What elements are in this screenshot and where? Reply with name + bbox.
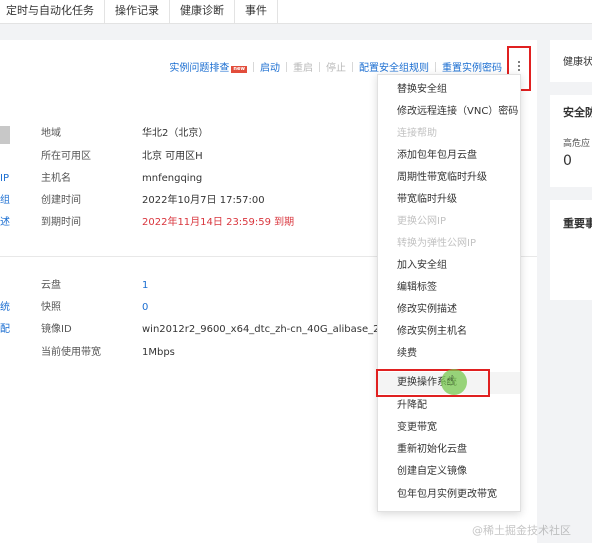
new-badge: new	[231, 66, 247, 73]
important-events-card: 重要事	[550, 200, 592, 300]
tab-scheduled-tasks[interactable]: 定时与自动化任务	[0, 0, 105, 24]
menu-item-connection-help: 连接帮助	[397, 128, 437, 139]
risk-value: 0	[563, 153, 572, 169]
health-title: 健康状	[563, 57, 592, 68]
more-actions-dropdown: 替换安全组 修改远程连接（VNC）密码 连接帮助 添加包年包月云盘 周期性带宽临…	[377, 74, 521, 512]
stop-link: 停止	[326, 63, 346, 74]
restart-link: 重启	[293, 63, 313, 74]
start-link[interactable]: 启动	[260, 59, 280, 74]
menu-item-renew[interactable]: 续费	[378, 343, 520, 365]
security-title: 安全防	[563, 106, 592, 119]
action-divider	[352, 61, 353, 72]
menu-item-join-security-group[interactable]: 加入安全组	[378, 255, 520, 277]
menu-item-edit-description[interactable]: 修改实例描述	[378, 299, 520, 321]
menu-item-convert-to-eip: 转换为弹性公网IP	[397, 238, 476, 249]
action-divider	[286, 61, 287, 72]
reset-password-link[interactable]: 重置实例密码	[442, 59, 502, 74]
instance-action-bar: 实例问题排查 new 启动 重启 停止 配置安全组规则 重置实例密码	[169, 59, 502, 74]
menu-item-edit-hostname[interactable]: 修改实例主机名	[378, 321, 520, 343]
action-divider	[319, 61, 320, 72]
risk-label: 高危应	[563, 139, 591, 149]
menu-item-edit-tags[interactable]: 编辑标签	[378, 277, 520, 299]
change-os-highlight	[376, 369, 490, 397]
security-card: 安全防 高危应 0	[550, 95, 592, 187]
tab-events[interactable]: 事件	[235, 0, 278, 24]
menu-item-subscription-change-bandwidth[interactable]: 包年包月实例更改带宽	[378, 484, 520, 506]
menu-item-upgrade-downgrade[interactable]: 升降配	[378, 395, 520, 417]
menu-item-change-bandwidth[interactable]: 变更带宽	[378, 417, 520, 439]
menu-item-change-public-ip: 更换公网IP	[397, 216, 446, 227]
menu-item-change-vnc-password[interactable]: 修改远程连接（VNC）密码	[378, 101, 520, 123]
menu-item-reinit-disk[interactable]: 重新初始化云盘	[378, 439, 520, 461]
menu-item-replace-security-group[interactable]: 替换安全组	[378, 79, 520, 101]
hand-pointer-icon: ☝	[446, 373, 455, 389]
health-card: 健康状	[550, 40, 592, 82]
menu-item-temporary-bandwidth-upgrade[interactable]: 带宽临时升级	[378, 189, 520, 211]
tab-operation-log[interactable]: 操作记录	[105, 0, 170, 24]
action-divider	[435, 61, 436, 72]
important-events-title: 重要事	[563, 217, 592, 230]
menu-item-add-subscription-disk[interactable]: 添加包年包月云盘	[378, 145, 520, 167]
tab-bar: 定时与自动化任务 操作记录 健康诊断 事件	[0, 0, 592, 24]
configure-security-rules-link[interactable]: 配置安全组规则	[359, 59, 429, 74]
tab-health-diagnosis[interactable]: 健康诊断	[170, 0, 235, 24]
menu-item-create-custom-image[interactable]: 创建自定义镜像	[378, 461, 520, 483]
menu-item-periodic-bandwidth-upgrade[interactable]: 周期性带宽临时升级	[378, 167, 520, 189]
diagnose-link[interactable]: 实例问题排查 new	[169, 59, 247, 74]
watermark: @稀土掘金技术社区	[472, 524, 571, 537]
action-divider	[253, 61, 254, 72]
